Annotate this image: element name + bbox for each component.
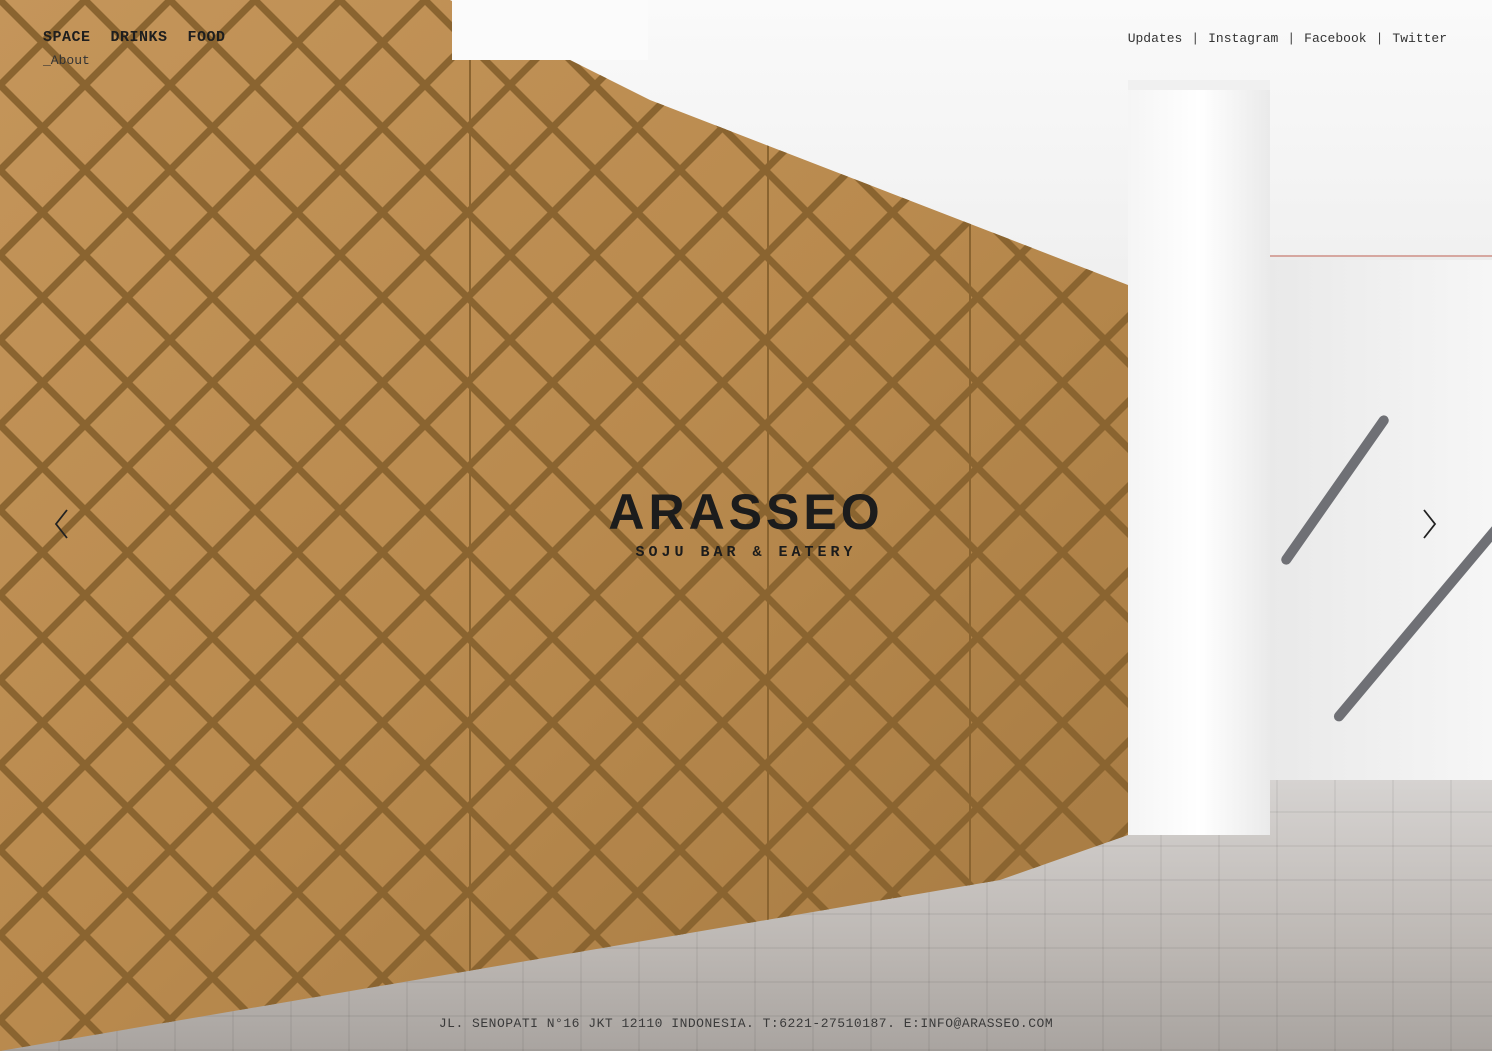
link-instagram[interactable]: Instagram [1208,31,1278,46]
chevron-right-icon [1423,509,1437,539]
nav-item-food[interactable]: FOOD [188,29,226,46]
link-separator: | [1375,31,1384,46]
brand-name: ARASSEO [608,484,884,540]
brand-tagline: SOJU BAR & EATERY [635,544,857,561]
nav-item-space[interactable]: SPACE [43,29,91,46]
slider-prev-button[interactable] [48,506,78,542]
ceiling-beam [452,0,648,60]
social-links: Updates | Instagram | Facebook | Twitter [1128,31,1447,46]
white-column [1128,90,1270,835]
nav-item-drinks[interactable]: DRINKS [111,29,168,46]
slider-next-button[interactable] [1415,506,1445,542]
main-nav: SPACE DRINKS FOOD [43,29,226,46]
footer-address: JL. SENOPATI N°16 JKT 12110 INDONESIA. T… [438,1016,1054,1031]
chevron-left-icon [54,509,68,539]
nav-item-about[interactable]: _About [43,53,90,68]
link-updates[interactable]: Updates [1128,31,1183,46]
link-facebook[interactable]: Facebook [1304,31,1366,46]
link-separator: | [1191,31,1200,46]
link-twitter[interactable]: Twitter [1392,31,1447,46]
brand-logo: ARASSEO SOJU BAR & EATERY [0,484,1492,561]
link-separator: | [1287,31,1296,46]
